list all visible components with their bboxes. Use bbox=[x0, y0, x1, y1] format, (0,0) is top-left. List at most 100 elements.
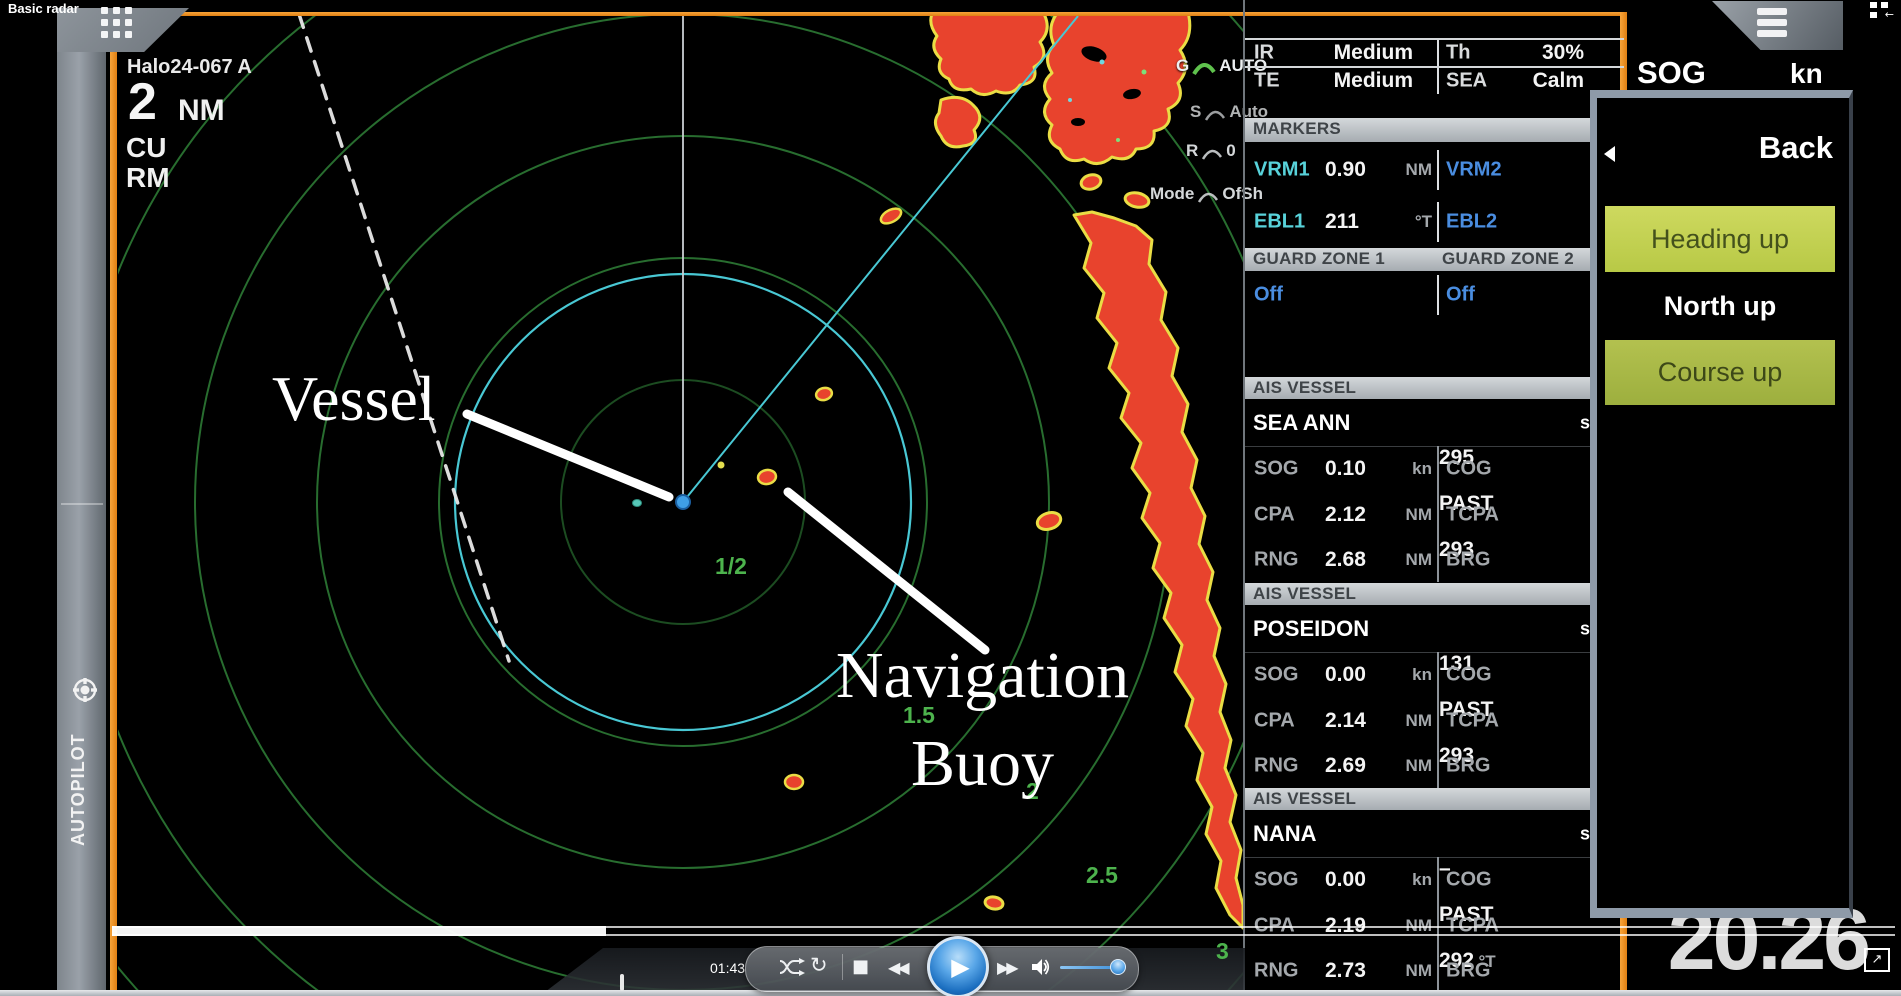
cpa-unit: NM bbox=[1406, 505, 1432, 525]
sea-label: SEA bbox=[1446, 70, 1487, 93]
brg-label: BRG bbox=[1446, 549, 1490, 572]
sea-key: S bbox=[1190, 102, 1201, 122]
rewind-button[interactable]: ◀◀ bbox=[888, 958, 907, 977]
play-button[interactable]: ▶ bbox=[927, 936, 989, 996]
vrm1-cell[interactable]: VRM1 0.90 NM bbox=[1245, 150, 1437, 190]
ais-header-label: AIS VESSEL bbox=[1253, 789, 1356, 809]
menu-item-heading-up[interactable]: Heading up bbox=[1605, 206, 1835, 272]
brg-label: BRG bbox=[1446, 960, 1490, 983]
hamburger-icon[interactable] bbox=[1757, 8, 1787, 15]
cpa-value: 2.14 bbox=[1325, 709, 1366, 733]
video-progress-played bbox=[112, 926, 606, 936]
navigation-buoy-echo bbox=[757, 469, 777, 486]
cog-label: COG bbox=[1446, 458, 1492, 481]
vrm1-label: VRM1 bbox=[1254, 159, 1310, 182]
ebl1-dashed-line bbox=[299, 14, 509, 661]
ais-sog-cog-row: SOG 0.00 kn COG – bbox=[1245, 857, 1624, 903]
ais-cpa-tcpa-row: CPA 2.14 NM TCPA PAST bbox=[1245, 698, 1624, 744]
gain-key: G bbox=[1176, 56, 1189, 76]
ebl-row: EBL1 211 °T EBL2 bbox=[1245, 202, 1624, 242]
sog-cell: SOG 0.00 kn bbox=[1245, 857, 1437, 903]
ir-label: IR bbox=[1254, 42, 1274, 65]
repeat-icon[interactable]: ↻ bbox=[810, 953, 828, 977]
ebl1-cell[interactable]: EBL1 211 °T bbox=[1245, 202, 1437, 242]
sog-label: SOG bbox=[1254, 869, 1298, 892]
ais-rng-brg-row: RNG 2.69 NM BRG 293 bbox=[1245, 744, 1624, 788]
radar-motion-mode[interactable]: CU bbox=[126, 132, 166, 164]
guard-zone1-cell[interactable]: Off bbox=[1245, 275, 1437, 315]
vessel-annotation: Vessel bbox=[272, 362, 436, 436]
mode-key: Mode bbox=[1150, 184, 1194, 204]
ebl1-label: EBL1 bbox=[1254, 211, 1305, 234]
radar-motion-ref[interactable]: RM bbox=[126, 162, 170, 194]
ir-th-row: IR Medium Th 30% bbox=[1245, 40, 1624, 66]
sog-cell: SOG 0.10 kn bbox=[1245, 446, 1437, 492]
brg-cell: BRG 292 °T bbox=[1437, 949, 1624, 993]
guard-zone1-value: Off bbox=[1254, 284, 1283, 307]
ir-cell: IR Medium bbox=[1245, 40, 1437, 66]
cpa-cell: CPA 2.14 NM bbox=[1245, 698, 1437, 744]
instrument-sog-label: SOG bbox=[1637, 55, 1706, 91]
guard-zone1-header-label: GUARD ZONE 1 bbox=[1253, 249, 1385, 269]
rng-label: RNG bbox=[1254, 755, 1298, 778]
menu-item-course-up[interactable]: Course up bbox=[1605, 340, 1835, 405]
ais-name-row[interactable]: SEA ANN s bbox=[1245, 399, 1624, 446]
markers-header-label: MARKERS bbox=[1253, 119, 1341, 139]
video-elapsed-time: 01:43 bbox=[710, 960, 745, 976]
te-cell: TE Medium bbox=[1245, 68, 1437, 94]
popout-icon[interactable]: ↗ bbox=[1864, 948, 1890, 972]
apps-grid-icon[interactable] bbox=[101, 7, 139, 39]
ais-name-row[interactable]: NANA s bbox=[1245, 810, 1624, 857]
radar-data-panel: IR Medium Th 30% TE Medium SEA Calm MARK… bbox=[1243, 0, 1624, 996]
gain-arc-icon bbox=[1191, 60, 1217, 76]
sog-label: SOG bbox=[1254, 664, 1298, 687]
brg-label: BRG bbox=[1446, 755, 1490, 778]
ring-label-3: 3 bbox=[1216, 938, 1229, 965]
rng-unit: NM bbox=[1406, 961, 1432, 981]
te-label: TE bbox=[1254, 70, 1280, 93]
miniplayer-arrow: ← bbox=[1885, 11, 1894, 19]
ais-name-row[interactable]: POSEIDON s bbox=[1245, 605, 1624, 652]
rng-cell: RNG 2.68 NM bbox=[1245, 538, 1437, 582]
caption-tick bbox=[620, 974, 624, 991]
miniplayer-icon[interactable]: ← bbox=[1870, 2, 1894, 19]
cpa-unit: NM bbox=[1406, 711, 1432, 731]
fast-forward-button[interactable]: ▶▶ bbox=[997, 958, 1016, 977]
tcpa-label: TCPA bbox=[1446, 504, 1499, 527]
back-button[interactable]: Back bbox=[1759, 130, 1833, 166]
sidebar-divider bbox=[61, 503, 103, 505]
volume-icon[interactable] bbox=[1030, 956, 1052, 978]
menu-item-north-up[interactable]: North up bbox=[1605, 275, 1835, 338]
mode-arc-icon bbox=[1196, 189, 1220, 204]
small-yellow-echo bbox=[718, 462, 725, 469]
ebl-cyan-line bbox=[683, 16, 1078, 502]
sea-value: Calm bbox=[1533, 69, 1584, 93]
window-title: Basic radar bbox=[8, 1, 79, 16]
te-sea-row: TE Medium SEA Calm bbox=[1245, 68, 1624, 94]
ais-vessel-name: SEA ANN bbox=[1253, 410, 1350, 436]
ais-rng-brg-row: RNG 2.73 NM BRG 292 °T bbox=[1245, 949, 1624, 993]
volume-slider-knob[interactable] bbox=[1110, 959, 1126, 975]
ebl2-label: EBL2 bbox=[1446, 211, 1497, 234]
radar-range-value[interactable]: 2 bbox=[128, 76, 157, 128]
autopilot-sidebar[interactable] bbox=[57, 8, 106, 996]
back-arrow-icon[interactable] bbox=[1604, 146, 1615, 162]
cog-label: COG bbox=[1446, 869, 1492, 892]
ais-sog-cog-row: SOG 0.00 kn COG 131 bbox=[1245, 652, 1624, 698]
ais-header-label: AIS VESSEL bbox=[1253, 584, 1356, 604]
vessel-callout-line bbox=[467, 414, 669, 497]
hamburger-icon bbox=[1757, 19, 1787, 26]
ais-name-suffix: s bbox=[1580, 618, 1590, 639]
ais-header: AIS VESSEL bbox=[1245, 377, 1624, 399]
rng-cell: RNG 2.73 NM bbox=[1245, 949, 1437, 993]
rain-arc-icon bbox=[1200, 146, 1224, 161]
rain-control[interactable]: R 0 bbox=[1186, 141, 1236, 161]
ebl1-value: 211 bbox=[1325, 210, 1359, 234]
rng-value: 2.68 bbox=[1325, 548, 1366, 572]
radar-range-unit: NM bbox=[178, 94, 225, 128]
ring-label-2-5: 2.5 bbox=[1086, 862, 1118, 889]
shuffle-icon[interactable] bbox=[778, 956, 806, 978]
ir-value: Medium bbox=[1334, 41, 1413, 65]
stop-button[interactable]: ■ bbox=[852, 956, 869, 977]
rng-label: RNG bbox=[1254, 960, 1298, 983]
